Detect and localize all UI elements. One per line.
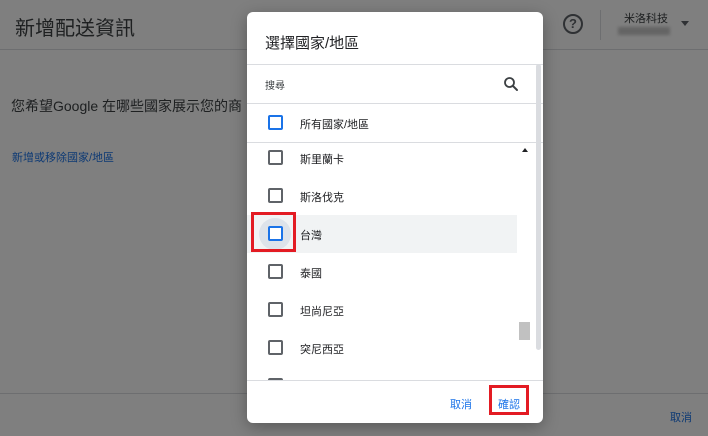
country-checkbox[interactable]	[268, 150, 283, 165]
scrollbar-thumb[interactable]	[519, 322, 530, 340]
country-checkbox[interactable]	[268, 264, 283, 279]
country-checkbox[interactable]	[268, 188, 283, 203]
list-item[interactable]: 泰國	[247, 253, 517, 291]
annotation-highlight-taiwan	[251, 212, 296, 252]
dialog-scrollbar[interactable]	[536, 64, 541, 350]
list-scrollbar[interactable]	[518, 143, 532, 381]
scroll-up-arrow-icon[interactable]	[522, 148, 528, 152]
country-label: 泰國	[300, 268, 322, 280]
list-item[interactable]: 斯洛伐克	[247, 177, 517, 215]
country-checkbox[interactable]	[268, 302, 283, 317]
country-label: 斯里蘭卡	[300, 154, 344, 166]
cancel-button[interactable]: 取消	[450, 396, 472, 412]
country-list: 斯里蘭卡 斯洛伐克 台灣 泰國 坦尚尼亞 突尼西亞	[247, 143, 517, 381]
country-label: 斯洛伐克	[300, 192, 344, 204]
dialog-title: 選擇國家/地區	[265, 35, 360, 52]
country-label: 台灣	[300, 230, 322, 242]
list-item[interactable]	[247, 367, 517, 381]
country-select-dialog: 選擇國家/地區 搜尋 所有國家/地區 斯里蘭卡 斯洛伐克 台灣 泰國 坦尚尼亞 …	[247, 12, 543, 423]
select-all-checkbox[interactable]	[268, 115, 283, 130]
list-item[interactable]: 突尼西亞	[247, 329, 517, 367]
dialog-divider	[247, 64, 543, 65]
list-item[interactable]: 坦尚尼亞	[247, 291, 517, 329]
country-label: 坦尚尼亞	[300, 306, 344, 318]
list-item[interactable]: 斯里蘭卡	[247, 143, 517, 177]
search-input[interactable]: 搜尋	[265, 77, 285, 92]
annotation-highlight-confirm	[489, 385, 529, 415]
search-icon[interactable]	[502, 75, 520, 93]
select-all-row[interactable]: 所有國家/地區	[247, 104, 543, 142]
country-label: 突尼西亞	[300, 344, 344, 356]
select-all-label: 所有國家/地區	[300, 119, 370, 131]
country-checkbox[interactable]	[268, 340, 283, 355]
